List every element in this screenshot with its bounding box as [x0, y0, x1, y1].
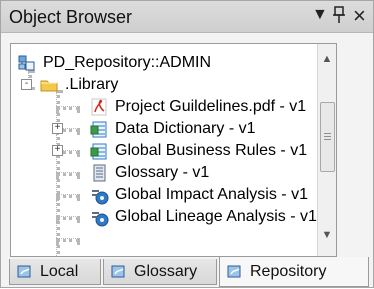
expand-data-dictionary-toggle[interactable]: +	[52, 123, 63, 134]
dictionary-icon	[89, 119, 109, 139]
pdf-icon	[89, 97, 109, 117]
tree-item-global-impact-analysis[interactable]: Global Impact Analysis - v1	[89, 184, 308, 206]
expand-global-business-rules-toggle[interactable]: +	[52, 145, 63, 156]
close-icon[interactable]: ×	[353, 3, 366, 29]
panel-title-bar: Object Browser ▼ ×	[1, 1, 373, 33]
tree-item-label: Glossary - v1	[115, 164, 210, 181]
repository-tree[interactable]: PD_Repository::ADMIN - .Library Project …	[10, 43, 337, 257]
folder-icon	[39, 75, 59, 95]
glossary-tab-icon	[110, 263, 128, 281]
repository-icon	[17, 53, 37, 73]
tab-repository-label: Repository	[250, 262, 327, 280]
tab-glossary-label: Glossary	[134, 262, 198, 280]
tree-node-root-label: PD_Repository::ADMIN	[43, 54, 212, 71]
panel-title: Object Browser	[9, 7, 133, 27]
collapse-library-toggle[interactable]: -	[21, 79, 32, 90]
impact-analysis-icon	[89, 185, 109, 205]
tree-item-label: Global Lineage Analysis - v1	[115, 208, 317, 225]
browser-tabs: Local Glossary Repository	[9, 257, 369, 289]
dropdown-icon[interactable]: ▼	[312, 6, 328, 24]
tab-local[interactable]: Local	[9, 259, 101, 285]
object-browser-panel: Object Browser ▼ × PD_Repository::ADMIN …	[0, 0, 374, 288]
tree-node-library[interactable]: .Library	[39, 74, 118, 96]
tree-item-label: Project Guildelines.pdf - v1	[115, 98, 307, 115]
tree-item-label: Data Dictionary - v1	[115, 120, 256, 137]
scroll-up-button[interactable]: ▲	[320, 52, 334, 66]
tree-vertical-scrollbar[interactable]: ▲ ▼	[317, 44, 336, 256]
pin-icon-graphic	[333, 6, 345, 23]
pin-icon[interactable]	[332, 5, 346, 30]
impact-analysis-icon	[89, 207, 109, 227]
glossary-icon	[89, 163, 109, 183]
tab-local-label: Local	[40, 262, 79, 280]
tab-glossary[interactable]: Glossary	[103, 259, 217, 285]
scroll-down-button[interactable]: ▼	[320, 228, 334, 242]
repository-tab-icon	[226, 263, 244, 281]
scrollbar-thumb[interactable]	[320, 102, 335, 172]
tree-item-label: Global Business Rules - v1	[115, 142, 308, 159]
tree-item-project-guidelines[interactable]: Project Guildelines.pdf - v1	[89, 96, 306, 118]
tree-item-global-business-rules[interactable]: Global Business Rules - v1	[89, 140, 307, 162]
tree-node-library-label: .Library	[65, 76, 119, 93]
tree-node-root[interactable]: PD_Repository::ADMIN	[17, 52, 211, 74]
local-tab-icon	[16, 263, 34, 281]
tree-item-data-dictionary[interactable]: Data Dictionary - v1	[89, 118, 256, 140]
tree-item-glossary[interactable]: Glossary - v1	[89, 162, 209, 184]
tab-repository[interactable]: Repository	[219, 257, 369, 287]
tree-item-label: Global Impact Analysis - v1	[115, 186, 308, 203]
tree-item-global-lineage-analysis[interactable]: Global Lineage Analysis - v1	[89, 206, 317, 228]
dictionary-icon	[89, 141, 109, 161]
